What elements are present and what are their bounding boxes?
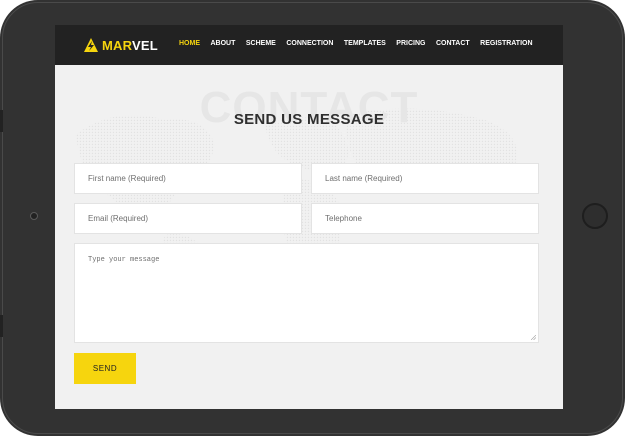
telephone-input[interactable]: Telephone [311,203,539,234]
last-name-input[interactable]: Last name (Required) [311,163,539,194]
camera-icon [30,212,38,220]
home-button-icon[interactable] [582,203,608,229]
nav-item-connection[interactable]: CONNECTION [286,40,333,47]
tablet-device-frame: MARVEL HOME ABOUT SCHEME CONNECTION TEMP… [0,0,625,436]
lightning-triangle-icon [84,38,98,52]
section-heading: SEND US MESSAGE [233,111,385,128]
nav-item-contact[interactable]: CONTACT [436,40,470,47]
nav-item-templates[interactable]: TEMPLATES [344,40,386,47]
nav-item-about[interactable]: ABOUT [211,40,236,47]
nav-item-scheme[interactable]: SCHEME [246,40,276,47]
nav-item-home[interactable]: HOME [179,40,200,47]
volume-button [0,110,3,132]
message-placeholder: Type your message [88,256,160,264]
brand-name-rest: VEL [131,37,158,53]
send-button[interactable]: SEND [74,353,136,384]
brand-name-accent: MAR [102,37,132,53]
main-nav: HOME ABOUT SCHEME CONNECTION TEMPLATES P… [179,40,543,47]
top-navbar: MARVEL HOME ABOUT SCHEME CONNECTION TEMP… [55,25,563,65]
brand-logo[interactable]: MARVEL [83,36,158,54]
nav-item-registration[interactable]: REGISTRATION [480,40,532,47]
power-button [0,315,3,337]
first-name-input[interactable]: First name (Required) [74,163,302,194]
tablet-screen: MARVEL HOME ABOUT SCHEME CONNECTION TEMP… [55,25,563,409]
nav-item-pricing[interactable]: PRICING [396,40,425,47]
resize-handle-icon[interactable] [531,335,536,340]
email-input[interactable]: Email (Required) [74,203,302,234]
brand-name: MARVEL [102,38,158,53]
message-textarea[interactable]: Type your message [74,243,539,343]
